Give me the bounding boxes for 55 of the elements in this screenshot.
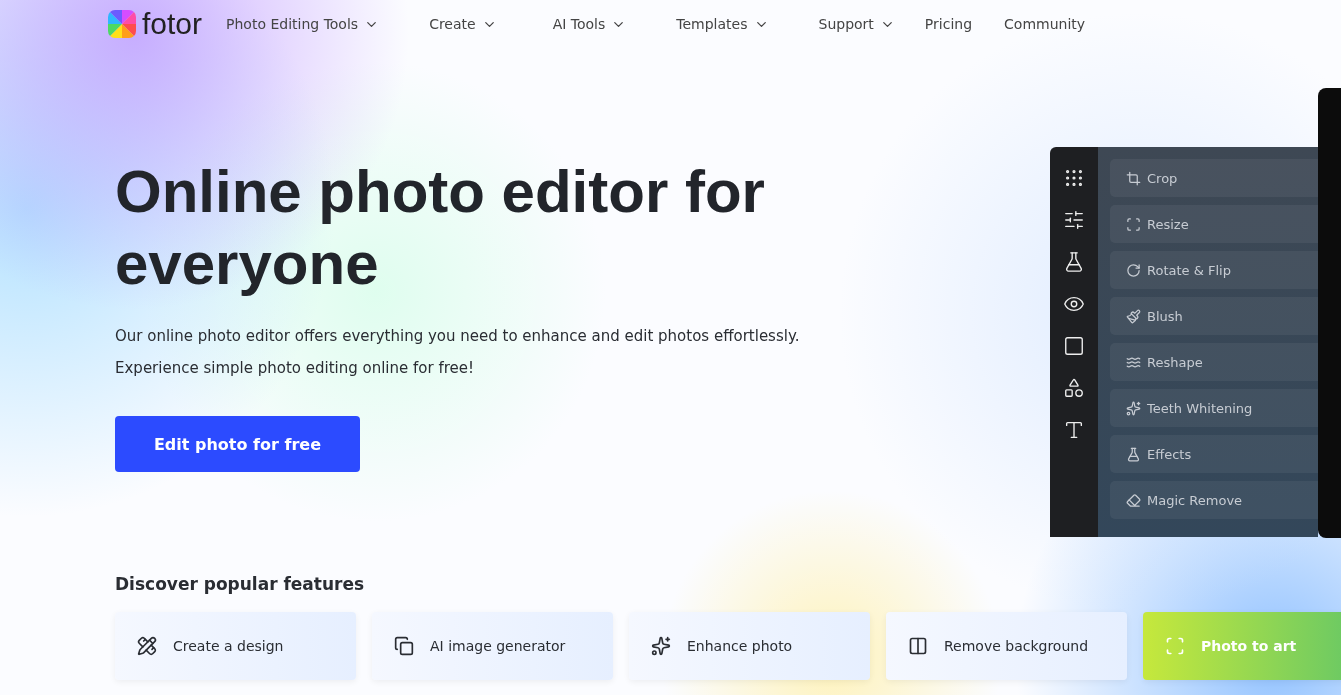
- feature-card[interactable]: Remove background: [886, 612, 1127, 680]
- hero-description: Our online photo editor offers everything you need to enhance and edit photos effortlessly.: [115, 326, 801, 347]
- hero-title: Online photo editor for everyone: [115, 157, 766, 299]
- sparkle-icon: [1126, 400, 1141, 416]
- rotate-icon: [1126, 262, 1141, 278]
- columns-icon: [908, 636, 928, 656]
- feature-card[interactable]: Create a design: [115, 612, 356, 680]
- text-icon[interactable]: [1063, 419, 1085, 441]
- grid-icon[interactable]: [1063, 167, 1085, 189]
- feature-label: Photo to art: [1201, 638, 1297, 654]
- sparkles-icon: [651, 636, 671, 656]
- tool-item[interactable]: Resize: [1110, 205, 1318, 243]
- tool-label: Reshape: [1147, 354, 1203, 370]
- square-icon[interactable]: [1063, 335, 1085, 357]
- nav-link[interactable]: Create: [429, 16, 497, 32]
- flask-icon[interactable]: [1063, 251, 1085, 273]
- nav-link[interactable]: Photo Editing Tools: [226, 16, 380, 32]
- tool-item[interactable]: Teeth Whitening: [1110, 389, 1318, 427]
- crop-icon: [1126, 170, 1141, 186]
- tool-label: Crop: [1147, 170, 1178, 186]
- tool-label: Magic Remove: [1147, 492, 1243, 508]
- tool-item[interactable]: Effects: [1110, 435, 1318, 473]
- feature-label: Remove background: [944, 638, 1089, 654]
- tool-label: Resize: [1147, 216, 1189, 232]
- nav-link[interactable]: Support: [818, 16, 895, 32]
- copy-icon: [394, 636, 414, 656]
- tool-label: Blush: [1147, 308, 1183, 324]
- nav-link[interactable]: AI Tools: [552, 16, 627, 32]
- flask-icon: [1126, 446, 1141, 462]
- eraser-icon: [1126, 492, 1141, 508]
- frame-icon: [1126, 216, 1141, 232]
- tool-label: Effects: [1147, 446, 1192, 462]
- feature-label: Enhance photo: [687, 638, 793, 654]
- sliders-icon[interactable]: [1063, 209, 1085, 231]
- hero-description: Experience simple photo editing online for free!: [115, 358, 475, 379]
- nav-link[interactable]: Community: [1004, 16, 1086, 32]
- edit-photo-button[interactable]: Edit photo for free: [115, 416, 360, 472]
- tool-item[interactable]: Rotate & Flip: [1110, 251, 1318, 289]
- tool-item[interactable]: Reshape: [1110, 343, 1318, 381]
- tool-label: Rotate & Flip: [1147, 262, 1231, 278]
- tool-item[interactable]: Blush: [1110, 297, 1318, 335]
- shapes-icon[interactable]: [1063, 377, 1085, 399]
- tool-label: Teeth Whitening: [1147, 400, 1253, 416]
- section-title: Discover popular features: [115, 574, 366, 594]
- nav-link[interactable]: Pricing: [924, 16, 973, 32]
- feature-label: Create a design: [173, 638, 284, 654]
- nav-link[interactable]: Templates: [676, 16, 769, 32]
- brand-name[interactable]: fotor: [142, 7, 203, 41]
- tool-item[interactable]: Magic Remove: [1110, 481, 1318, 519]
- feature-card[interactable]: Enhance photo: [629, 612, 870, 680]
- pencil-ruler-icon: [137, 636, 157, 656]
- brush-icon: [1126, 308, 1141, 324]
- feature-card[interactable]: AI image generator: [372, 612, 613, 680]
- feature-label: AI image generator: [430, 638, 566, 654]
- tool-item[interactable]: Crop: [1110, 159, 1318, 197]
